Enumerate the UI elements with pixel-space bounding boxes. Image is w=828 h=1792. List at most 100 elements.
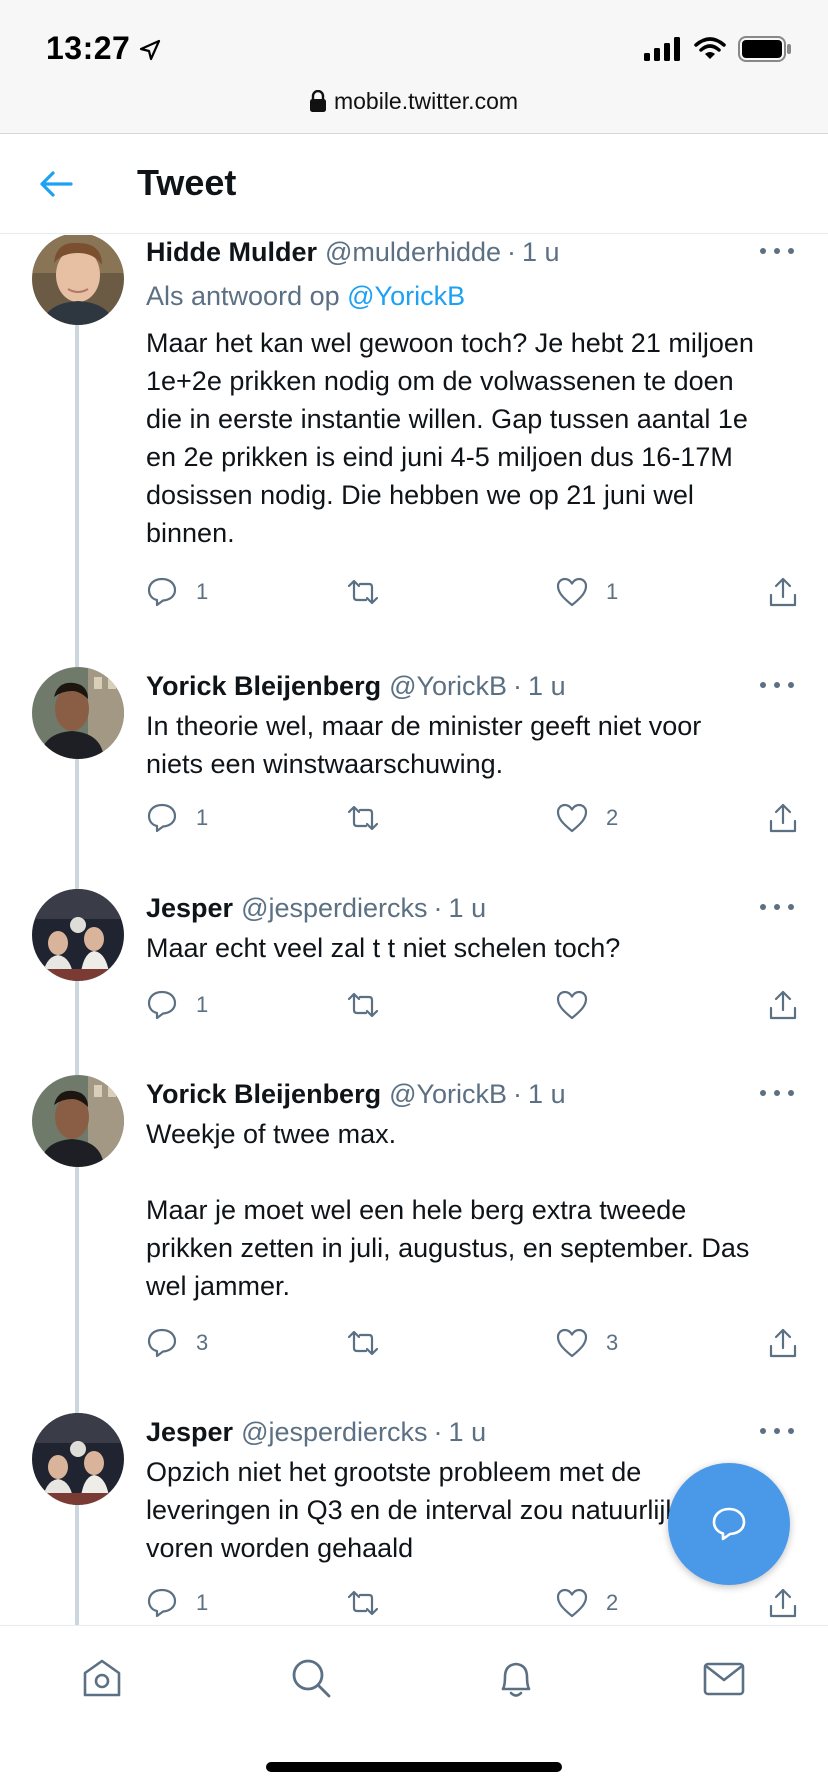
tweet-actions: 3 3 — [146, 1325, 798, 1361]
author-name[interactable]: Yorick Bleijenberg — [146, 1079, 381, 1110]
reply-count: 1 — [196, 1590, 209, 1615]
more-options-icon[interactable] — [760, 673, 794, 697]
url-bar[interactable]: mobile.twitter.com — [0, 88, 828, 115]
thread-line — [75, 319, 79, 655]
tweet-time[interactable]: 1 u — [528, 1079, 566, 1110]
tweet-time[interactable]: 1 u — [449, 893, 487, 924]
tweet-header: Hidde Mulder @mulderhidde · 1 u — [146, 235, 798, 269]
speech-bubble-icon — [147, 803, 177, 833]
tweet[interactable]: Yorick Bleijenberg @YorickB · 1 u In the… — [0, 653, 828, 877]
lock-icon — [309, 90, 326, 112]
share-button[interactable] — [768, 1325, 798, 1361]
signal-icon — [644, 37, 680, 61]
speech-bubble-icon — [147, 990, 177, 1020]
separator: · — [433, 1416, 443, 1447]
like-button[interactable]: 2 — [556, 800, 618, 836]
reply-button[interactable]: 1 — [146, 1585, 208, 1621]
back-button[interactable] — [36, 164, 76, 204]
page-title: Tweet — [137, 162, 237, 203]
avatar[interactable] — [32, 1075, 124, 1167]
author-name[interactable]: Yorick Bleijenberg — [146, 671, 381, 702]
compose-reply-button[interactable] — [668, 1463, 790, 1585]
share-button[interactable] — [768, 800, 798, 836]
retweet-button[interactable] — [346, 1585, 398, 1621]
nav-messages[interactable] — [694, 1648, 754, 1708]
search-icon — [292, 1659, 331, 1698]
reply-to-line: Als antwoord op @YorickB — [146, 281, 465, 312]
avatar[interactable] — [32, 235, 124, 325]
retweet-button[interactable] — [346, 1325, 398, 1361]
author-name[interactable]: Jesper — [146, 893, 233, 924]
speech-bubble-icon — [147, 1588, 177, 1618]
tweet-text: Weekje of twee max. Maar je moet wel een… — [146, 1119, 750, 1301]
retweet-icon — [347, 1330, 379, 1356]
nav-notifications[interactable] — [486, 1648, 546, 1708]
author-handle[interactable]: @jesperdiercks — [241, 893, 427, 924]
like-button[interactable]: 3 — [556, 1325, 618, 1361]
tweet-header: Yorick Bleijenberg @YorickB · 1 u — [146, 669, 798, 703]
thread-line — [75, 1401, 79, 1413]
more-options-icon[interactable] — [760, 1419, 794, 1443]
share-icon — [769, 1328, 797, 1358]
tweet-thread: Hidde Mulder @mulderhidde · 1 u Als antw… — [0, 235, 828, 1625]
avatar[interactable] — [32, 1413, 124, 1505]
like-button[interactable]: 2 — [556, 1585, 618, 1621]
author-name[interactable]: Jesper — [146, 1417, 233, 1448]
home-indicator[interactable] — [266, 1762, 562, 1772]
share-button[interactable] — [768, 987, 798, 1023]
reply-count: 1 — [196, 805, 209, 830]
tweet-time[interactable]: 1 u — [449, 1417, 487, 1448]
share-icon — [769, 803, 797, 833]
retweet-button[interactable] — [346, 800, 398, 836]
author-handle[interactable]: @mulderhidde — [325, 237, 501, 268]
tweet-time[interactable]: 1 u — [522, 237, 560, 268]
separator: · — [507, 236, 517, 267]
status-indicators — [644, 36, 792, 62]
tweet-actions: 1 — [146, 987, 798, 1023]
tweet-text: In theorie wel, maar de minister geeft n… — [146, 711, 702, 779]
more-options-icon[interactable] — [760, 239, 794, 263]
battery-icon — [738, 36, 791, 62]
nav-search[interactable] — [281, 1648, 341, 1708]
heart-icon — [556, 1328, 588, 1358]
tweet-text: Maar het kan wel gewoon toch? Je hebt 21… — [146, 328, 754, 548]
like-count: 3 — [606, 1330, 619, 1355]
retweet-button[interactable] — [346, 574, 398, 610]
heart-icon — [556, 990, 588, 1020]
reply-button[interactable]: 3 — [146, 1325, 208, 1361]
tweet-header: Jesper @jesperdiercks · 1 u — [146, 891, 798, 925]
thread-line — [75, 757, 79, 877]
tweet[interactable]: Hidde Mulder @mulderhidde · 1 u Als antw… — [0, 235, 828, 655]
more-options-icon[interactable] — [760, 1081, 794, 1105]
author-handle[interactable]: @YorickB — [389, 671, 507, 702]
avatar[interactable] — [32, 889, 124, 981]
more-options-icon[interactable] — [760, 895, 794, 919]
tweet-time[interactable]: 1 u — [528, 671, 566, 702]
tweet[interactable]: Yorick Bleijenberg @YorickB · 1 u Weekje… — [0, 1063, 828, 1401]
like-button[interactable]: 1 — [556, 574, 618, 610]
author-handle[interactable]: @jesperdiercks — [241, 1417, 427, 1448]
tweet-header: Jesper @jesperdiercks · 1 u — [146, 1415, 798, 1449]
thread-line — [75, 981, 79, 1063]
tweet-text: Maar echt veel zal t t niet schelen toch… — [146, 933, 621, 963]
avatar[interactable] — [32, 667, 124, 759]
tweet[interactable]: Jesper @jesperdiercks · 1 u Maar echt ve… — [0, 877, 828, 1063]
nav-home[interactable] — [72, 1648, 132, 1708]
heart-icon — [556, 1588, 588, 1618]
arrow-left-icon — [40, 171, 73, 197]
author-name[interactable]: Hidde Mulder — [146, 237, 317, 268]
share-button[interactable] — [768, 1585, 798, 1621]
retweet-icon — [347, 805, 379, 831]
reply-to-mention[interactable]: @YorickB — [347, 281, 465, 311]
reply-button[interactable]: 1 — [146, 987, 208, 1023]
thread-line — [75, 1505, 79, 1625]
author-handle[interactable]: @YorickB — [389, 1079, 507, 1110]
retweet-button[interactable] — [346, 987, 398, 1023]
reply-to-prefix: Als antwoord op — [146, 281, 340, 311]
thread-line — [75, 877, 79, 889]
reply-button[interactable]: 1 — [146, 574, 208, 610]
like-button[interactable] — [556, 987, 606, 1023]
reply-button[interactable]: 1 — [146, 800, 208, 836]
browser-chrome: 13:27 mobile.twitter.com — [0, 0, 828, 134]
share-button[interactable] — [768, 574, 798, 610]
